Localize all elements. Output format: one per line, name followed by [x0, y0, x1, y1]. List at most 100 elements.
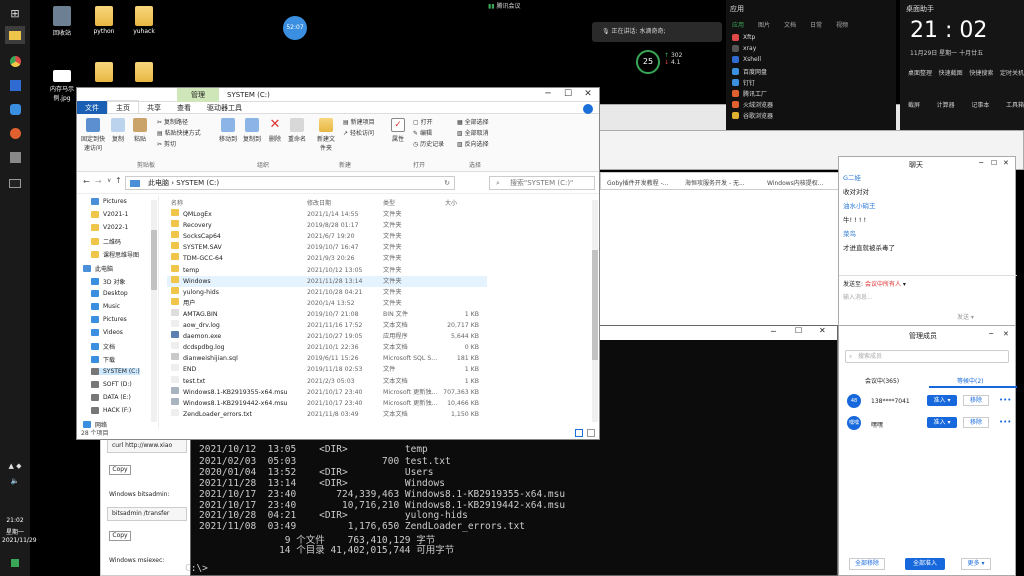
desktop-icon-recycle-bin[interactable]: 回收站: [42, 6, 82, 37]
action-calculator[interactable]: 计算器: [937, 100, 955, 109]
app-item[interactable]: Xshell: [732, 56, 761, 63]
column-header-type[interactable]: 类型: [383, 198, 395, 207]
search-input[interactable]: ⌕ 搜索"SYSTEM (C:)": [489, 176, 595, 190]
terminal-taskbar-icon[interactable]: [5, 174, 25, 192]
up-icon[interactable]: ↑: [115, 176, 122, 185]
refresh-icon[interactable]: ↻: [444, 177, 450, 189]
close-icon[interactable]: ✕: [579, 89, 597, 99]
file-scrollbar[interactable]: [592, 200, 598, 422]
remove-all-button[interactable]: 全部移除: [849, 558, 885, 570]
action-capture[interactable]: 截屏: [908, 100, 920, 109]
start-icon[interactable]: ⊞: [5, 4, 25, 22]
chrome-taskbar-icon[interactable]: [5, 52, 25, 70]
explorer-taskbar-icon[interactable]: [5, 26, 25, 44]
burp-taskbar-icon[interactable]: [5, 124, 25, 142]
tab-view[interactable]: 查看: [169, 101, 199, 115]
pin-button[interactable]: 固定到快速访问: [79, 118, 107, 152]
action-notepad[interactable]: 记事本: [971, 100, 989, 109]
chat-panel[interactable]: 聊天 ─ ☐ ✕ G二娃 收对对对 油水小硝王 牛! ! ! ! 菜鸟 才进直就被杀毒了 …: [838, 156, 1017, 326]
select-none-button[interactable]: ▧ 全部取消: [457, 128, 507, 137]
maximize-icon[interactable]: ☐: [795, 326, 802, 335]
nav-item[interactable]: DATA (E:): [91, 394, 131, 401]
category-tab[interactable]: 图片: [758, 20, 770, 29]
file-row[interactable]: Windows8.1-KB2919442-x64.msu 2021/10/17 2…: [167, 397, 487, 409]
perf-gauge[interactable]: 25: [636, 50, 660, 74]
category-tab[interactable]: 日常: [810, 20, 822, 29]
nav-item[interactable]: SYSTEM (C:): [91, 368, 140, 375]
copy-ribbon-button[interactable]: 复制: [109, 118, 127, 143]
minimize-icon[interactable]: ─: [979, 159, 983, 167]
copy-button[interactable]: Copy: [109, 465, 131, 475]
tab-file[interactable]: 文件: [77, 100, 107, 115]
recent-chevron-icon[interactable]: ∨: [107, 177, 111, 184]
nav-item[interactable]: 文档: [91, 342, 115, 351]
file-row[interactable]: ZendLoader_errors.txt 2021/11/8 03:49 文本文档…: [167, 408, 487, 420]
app2-taskbar-icon[interactable]: [5, 148, 25, 166]
app-item[interactable]: 火绒浏览器: [732, 100, 773, 109]
category-tab[interactable]: 应用: [732, 20, 744, 29]
new-item-button[interactable]: ▤ 新建项目: [343, 117, 393, 126]
app-item[interactable]: 钉钉: [732, 78, 755, 87]
action-toolbox[interactable]: 工具箱: [1006, 100, 1024, 109]
browser-tab[interactable]: Windows内核提权...: [767, 178, 824, 187]
nav-scrollbar[interactable]: [151, 200, 157, 422]
file-row[interactable]: TDM-GCC-64 2021/9/3 20:26 文件夹: [167, 253, 487, 264]
send-button[interactable]: 发送 ▾: [957, 312, 974, 321]
file-row[interactable]: Recovery 2019/8/28 01:17 文件夹: [167, 220, 487, 231]
maximize-icon[interactable]: ☐: [991, 159, 997, 167]
file-row[interactable]: END 2019/11/18 02:53 文件 1 KB: [167, 364, 487, 375]
column-header-name[interactable]: 名称: [171, 198, 183, 207]
file-row[interactable]: 用户 2020/1/4 13:52 文件夹: [167, 297, 487, 309]
more-button[interactable]: 更多 ▾: [961, 558, 991, 570]
file-row[interactable]: AMTAG.BIN 2019/10/7 21:08 BIN 文件 1 KB: [167, 308, 487, 320]
nav-item[interactable]: 下载: [91, 355, 115, 364]
remove-button[interactable]: 移除: [963, 417, 989, 428]
chevron-down-icon[interactable]: ▾: [903, 281, 906, 288]
nav-scroll-thumb[interactable]: [151, 230, 157, 290]
admit-button[interactable]: 准入 ▾: [927, 417, 957, 428]
app-item[interactable]: 谷歌浏览器: [732, 111, 773, 120]
app-item[interactable]: Xftp: [732, 34, 755, 41]
nav-item[interactable]: 课程思维导图: [91, 250, 139, 259]
nav-item[interactable]: SOFT (D:): [91, 381, 132, 388]
nav-item[interactable]: HACK (F:): [91, 407, 131, 414]
nav-item[interactable]: 3D 对象: [91, 277, 125, 286]
tab-in-meeting[interactable]: 会议中(365): [865, 376, 899, 385]
minimize-icon[interactable]: ─: [989, 330, 993, 338]
address-bar[interactable]: 此电脑 › SYSTEM (C:) ↻: [125, 176, 455, 190]
nav-item[interactable]: 此电脑: [83, 264, 113, 273]
nav-item[interactable]: V2021-1: [91, 211, 128, 218]
nav-item[interactable]: Desktop: [91, 290, 128, 297]
browser-tab[interactable]: Goby插件开发教程 -...: [607, 178, 668, 187]
notification-icon[interactable]: [5, 556, 25, 570]
cut-button[interactable]: ✂ 复制路径: [157, 117, 217, 126]
tab-drive-tools[interactable]: 驱动器工具: [199, 101, 250, 115]
close-icon[interactable]: ✕: [1003, 159, 1009, 167]
tab-manage[interactable]: 管理: [177, 87, 219, 102]
maximize-icon[interactable]: ☐: [559, 89, 577, 99]
more-icon[interactable]: •••: [999, 418, 1011, 426]
tab-home[interactable]: 主页: [107, 100, 139, 115]
help-icon[interactable]: [583, 104, 593, 114]
easy-access-button[interactable]: ↗ 轻松访问: [343, 128, 393, 137]
nav-item[interactable]: Videos: [91, 329, 123, 336]
file-scroll-thumb[interactable]: [592, 250, 598, 360]
admit-all-button[interactable]: 全部准入: [905, 558, 945, 570]
app-item[interactable]: 腾讯工厂: [732, 89, 767, 98]
remove-button[interactable]: 移除: [963, 395, 989, 406]
app-taskbar-icon[interactable]: [5, 76, 25, 94]
admit-button[interactable]: 准入 ▾: [927, 395, 957, 406]
nav-item[interactable]: V2022-1: [91, 224, 128, 231]
paste-button[interactable]: 粘贴: [131, 118, 149, 143]
taskbar-time[interactable]: 21:02: [0, 517, 30, 524]
tab-waiting[interactable]: 等候中(2): [957, 376, 984, 385]
file-row[interactable]: QMLogEx 2021/1/14 14:55 文件夹: [167, 209, 487, 220]
breadcrumb-drive[interactable]: SYSTEM (C:): [176, 179, 219, 187]
minimize-icon[interactable]: ─: [771, 327, 776, 336]
file-row[interactable]: temp 2021/10/12 13:05 文件夹: [167, 264, 487, 276]
details-view-icon[interactable]: [575, 429, 583, 437]
category-tab[interactable]: 文档: [784, 20, 796, 29]
large-icons-view-icon[interactable]: [587, 429, 595, 437]
more-icon[interactable]: •••: [999, 396, 1011, 404]
cmd-prompt[interactable]: C:\>: [185, 563, 208, 574]
